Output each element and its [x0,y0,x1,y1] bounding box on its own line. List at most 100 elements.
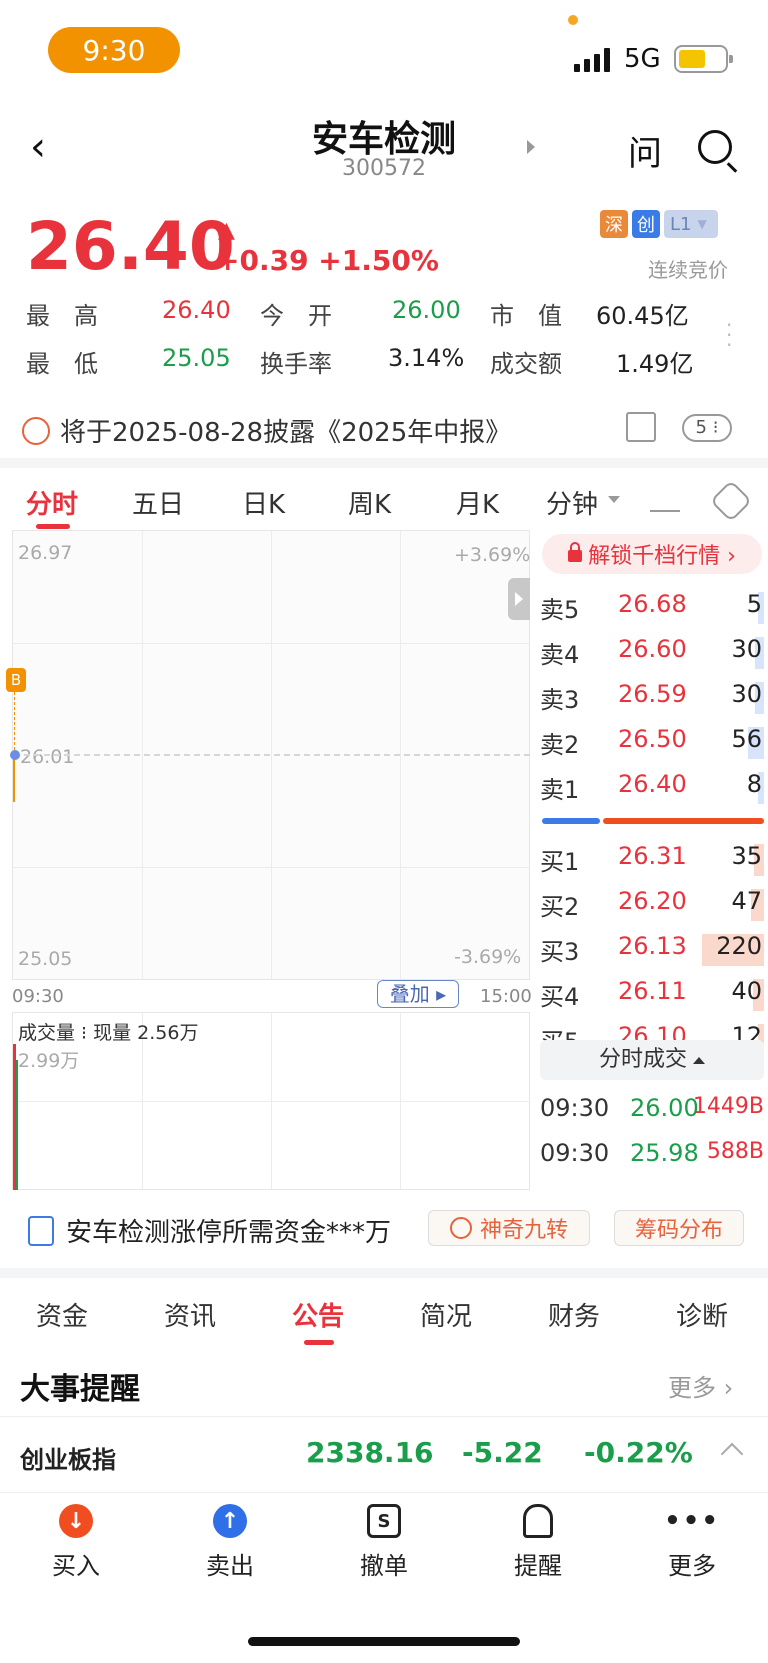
level-label: 卖4 [540,641,580,669]
divider [0,1416,768,1417]
tab-announcements[interactable]: 公告 [292,1296,344,1333]
trade-volume: 588B [706,1139,764,1164]
bid-ask-ratio [542,818,764,824]
magic-nine-button[interactable]: 神奇九转 [428,1210,590,1246]
lock-icon [568,542,583,562]
current-price-dot [10,750,20,760]
overlay-button[interactable]: 叠加 ▸ [377,980,459,1008]
ask-row[interactable]: 卖3 26.59 30 [540,680,764,725]
more-link[interactable]: 更多 › [668,1368,733,1403]
tab-monthly-k[interactable]: 月K [456,484,499,521]
level-label: 买4 [540,983,580,1011]
tab-five-day[interactable]: 五日 [132,484,184,521]
bid-row[interactable]: 买3 26.13 220 [540,932,764,977]
level-qty: 30 [731,635,762,663]
indicator-icon[interactable] [650,488,680,512]
settings-icon[interactable] [709,479,753,523]
level-qty: 56 [731,725,762,753]
buy-flag-icon[interactable]: B [6,668,26,692]
level-label: 卖1 [540,776,580,804]
trade-volume: 1449B [692,1094,764,1119]
market-tags: 深 创 L1 ▼ [600,210,718,238]
chip-distribution-button[interactable]: 筹码分布 [614,1210,744,1246]
home-indicator [248,1637,520,1646]
price-change: +0.39 +1.50% [216,244,439,277]
level-price: 26.40 [618,770,687,798]
document-icon [28,1215,54,1246]
notice-count[interactable]: 5 ⁝ [682,414,732,442]
bid-row[interactable]: 买1 26.31 35 [540,842,764,887]
tab-diagnosis[interactable]: 诊断 [676,1296,728,1333]
section-divider [0,458,768,468]
y-axis-bottom: 25.05 [18,948,73,970]
level-price: 26.60 [618,635,687,663]
tag-shenzhen: 深 [600,210,628,238]
bid-row[interactable]: 买2 26.20 47 [540,887,764,932]
more-horizontal-icon: ••• [664,1504,720,1538]
next-stock-icon[interactable] [527,140,535,154]
quote-stats: 最 高 26.40 今 开 26.00 市 值 60.45亿 最 低 25.05… [26,296,706,392]
tab-funds[interactable]: 资金 [36,1296,88,1333]
expand-handle-icon[interactable] [508,578,530,620]
tag-level1[interactable]: L1 ▼ [664,210,718,238]
level-label: 买1 [540,848,580,876]
level-price: 26.31 [618,842,687,870]
level-label: 卖3 [540,686,580,714]
more-vertical-icon[interactable]: · · · [726,315,732,355]
limit-up-funds[interactable]: 安车检测涨停所需资金***万 [28,1212,391,1249]
level-price: 26.68 [618,590,687,618]
flag-stem [14,692,15,750]
calendar-icon [22,416,50,445]
tab-daily-k[interactable]: 日K [242,484,285,521]
price-line [13,756,15,802]
cancel-order-icon: S [367,1504,401,1538]
buy-button[interactable]: ↓ 买入 [26,1504,126,1581]
report-notice[interactable]: 将于2025-08-28披露《2025年中报》 [22,412,511,449]
more-button[interactable]: ••• 更多 [642,1504,742,1581]
bid-row[interactable]: 买4 26.11 40 [540,977,764,1022]
alert-button[interactable]: 提醒 [488,1504,588,1581]
level-label: 买3 [540,938,580,966]
level-price: 26.20 [618,887,687,915]
trade-time: 09:30 [540,1139,610,1167]
time-start: 09:30 [12,986,64,1007]
level-label: 卖5 [540,596,580,624]
prev-close-line [14,754,530,756]
bookmark-icon[interactable] [626,412,656,442]
tab-financials[interactable]: 财务 [548,1296,600,1333]
ask-button[interactable]: 问 [628,126,662,175]
tab-weekly-k[interactable]: 周K [348,484,391,521]
level-qty: 40 [731,977,762,1005]
unlock-depth-button[interactable]: 解锁千档行情 › [542,534,762,574]
collapse-icon[interactable] [720,1442,744,1466]
divider [0,1492,768,1493]
ask-row[interactable]: 卖2 26.50 56 [540,725,764,770]
time-sales-header[interactable]: 分时成交 [540,1040,764,1080]
check-circle-icon [449,1217,472,1239]
events-title: 大事提醒 [20,1372,140,1407]
level-label: 卖2 [540,731,580,759]
level-price: 26.13 [618,932,687,960]
tab-news[interactable]: 资讯 [164,1296,216,1333]
level-price: 26.11 [618,977,687,1005]
y-axis-mid: 26.01 [20,746,75,768]
level-qty: 5 [746,590,762,618]
ask-row[interactable]: 卖4 26.60 30 [540,635,764,680]
ask-row[interactable]: 卖1 26.40 8 [540,770,764,815]
index-change-pct: -0.22% [584,1436,693,1469]
tab-intraday[interactable]: 分时 [26,484,78,521]
tab-profile[interactable]: 简况 [420,1296,472,1333]
battery-icon [674,45,733,73]
sell-button[interactable]: ↑ 卖出 [180,1504,280,1581]
cancel-order-button[interactable]: S 撤单 [334,1504,434,1581]
time-end: 15:00 [480,986,532,1007]
trade-price: 26.00 [630,1094,699,1122]
stats-row: 最 高 26.40 今 开 26.00 市 值 60.45亿 [26,296,689,330]
level-qty: 8 [746,770,762,798]
trade-row: 09:30 26.00 1449B [540,1094,764,1138]
search-icon[interactable] [698,130,732,164]
volume-bar [16,1060,18,1190]
tab-minute[interactable]: 分钟 [546,484,598,521]
ask-row[interactable]: 卖5 26.68 5 [540,590,764,635]
status-time: 9:30 [48,27,180,73]
